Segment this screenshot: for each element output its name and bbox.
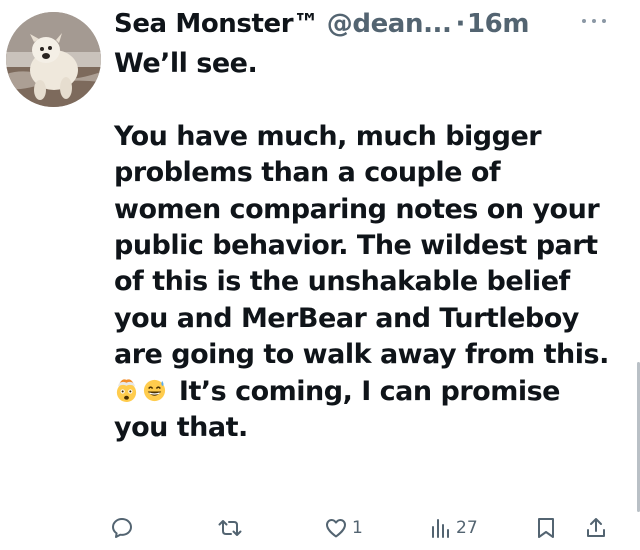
bookmark-icon — [538, 518, 554, 538]
share-icon — [587, 518, 605, 537]
bookmark-button[interactable] — [534, 510, 558, 546]
tweet-actions: 1 27 — [110, 510, 610, 546]
reply-button[interactable] — [110, 510, 134, 546]
retweet-button[interactable] — [217, 510, 243, 546]
tweet-card[interactable]: Sea Monster™ @dean... · 16m We’ll see. Y… — [0, 0, 640, 550]
more-horizontal-icon[interactable] — [582, 14, 606, 28]
tweet-text-tail: It’s coming, I can promise you that. — [114, 375, 561, 444]
views-count: 27 — [456, 518, 478, 538]
tweet-text: We’ll see. You have much, much bigger pr… — [114, 46, 614, 446]
exploding-head-emoji — [116, 379, 137, 402]
reply-icon — [112, 518, 132, 538]
tweet-text-line1: We’ll see. — [114, 48, 258, 79]
avatar[interactable] — [6, 12, 101, 107]
views-button[interactable]: 27 — [428, 510, 478, 546]
display-name[interactable]: Sea Monster™ — [114, 9, 319, 39]
share-button[interactable] — [584, 510, 608, 546]
separator-dot: · — [455, 9, 466, 39]
retweet-icon — [218, 520, 242, 536]
tweet-text-paragraph: You have much, much bigger problems than… — [114, 120, 609, 371]
grinning-sweat-emoji — [143, 379, 166, 401]
timestamp[interactable]: 16m — [467, 9, 529, 39]
user-handle[interactable]: @dean... — [327, 9, 452, 39]
like-count: 1 — [352, 518, 363, 538]
tweet-header: Sea Monster™ @dean... · 16m — [114, 4, 529, 44]
analytics-icon — [432, 519, 449, 538]
heart-icon — [326, 519, 346, 538]
avatar-dog-photo — [6, 12, 101, 107]
like-button[interactable]: 1 — [324, 510, 363, 546]
